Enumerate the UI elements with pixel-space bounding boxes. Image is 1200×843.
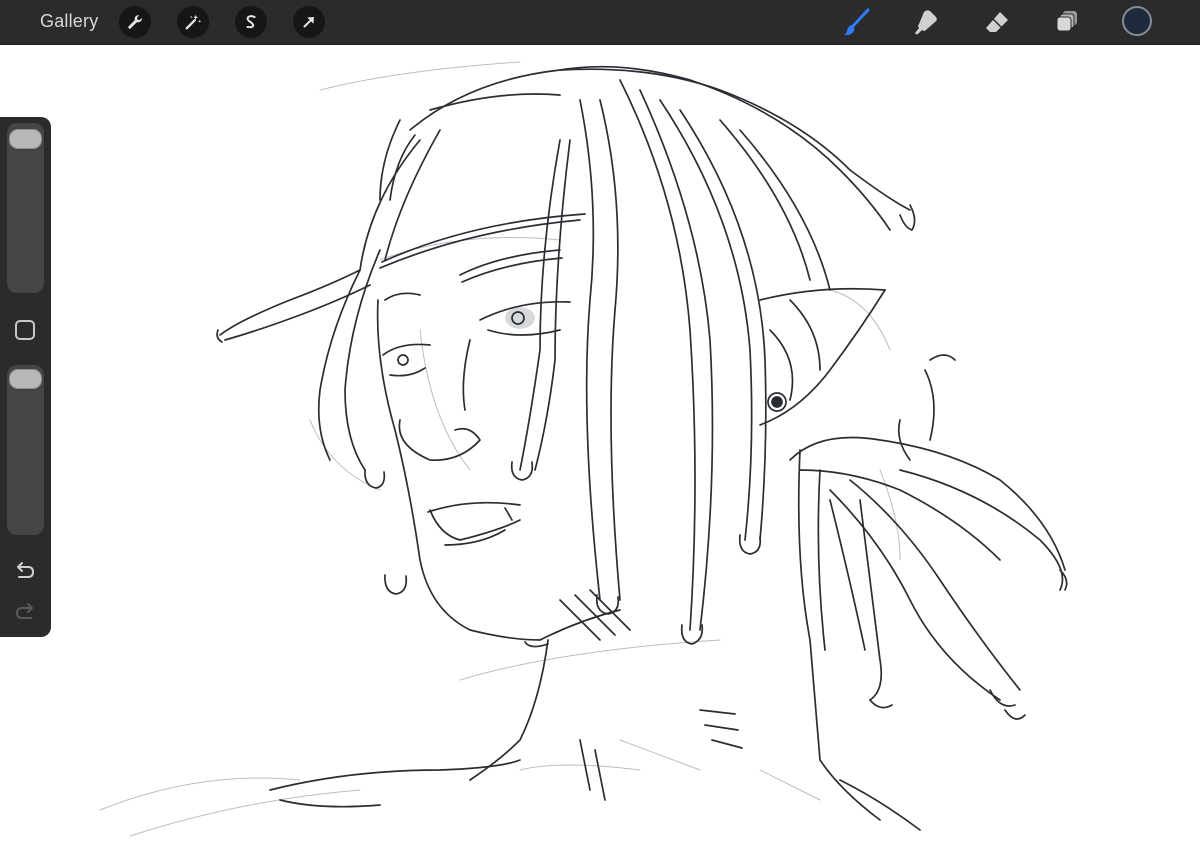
brush-tool[interactable]: [840, 5, 874, 39]
eraser-tool[interactable]: [980, 5, 1014, 39]
smudge-icon: [915, 10, 937, 35]
transform-button[interactable]: [293, 6, 325, 38]
undo-icon: [17, 562, 35, 578]
redo-icon: [15, 603, 33, 619]
selection-button[interactable]: [235, 6, 267, 38]
wrench-icon: [128, 15, 142, 29]
opacity-slider[interactable]: [7, 365, 44, 535]
sketch-artwork: [99, 61, 1068, 837]
actions-button[interactable]: [119, 6, 151, 38]
magic-wand-icon: [185, 14, 202, 30]
smudge-tool[interactable]: [909, 5, 943, 39]
brush-icon: [844, 8, 870, 36]
modify-button[interactable]: [15, 320, 35, 340]
arrow-cursor-icon: [303, 17, 314, 28]
brush-sidebar: [0, 117, 51, 637]
adjustments-button[interactable]: [177, 6, 209, 38]
layers-tool[interactable]: [1050, 5, 1084, 39]
selection-s-icon: [246, 15, 256, 29]
opacity-handle[interactable]: [9, 369, 42, 389]
eraser-icon: [986, 12, 1008, 32]
brush-size-slider[interactable]: [7, 123, 44, 293]
layers-icon: [1056, 11, 1077, 32]
drawing-canvas[interactable]: [0, 45, 1200, 838]
brush-size-handle[interactable]: [9, 129, 42, 149]
top-toolbar: Gallery: [0, 0, 1200, 45]
redo-button[interactable]: [11, 600, 39, 624]
gallery-button[interactable]: Gallery: [40, 11, 98, 32]
undo-button[interactable]: [11, 559, 39, 583]
color-swatch[interactable]: [1122, 6, 1152, 36]
